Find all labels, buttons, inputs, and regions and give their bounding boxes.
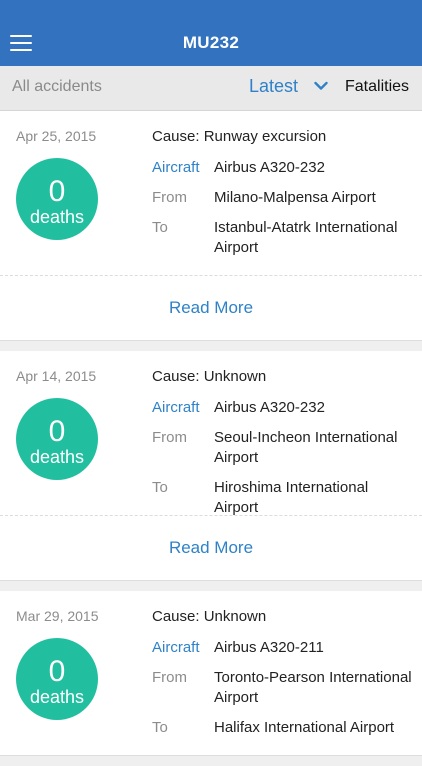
- aircraft-value: Airbus A320-211: [214, 639, 324, 656]
- accident-cause: Cause: Runway excursion: [152, 128, 327, 145]
- page-title: MU232: [182, 33, 240, 52]
- fatalities-filter[interactable]: Fatalities: [345, 78, 409, 96]
- filter-bar: All accidents Latest Fatalities: [0, 66, 422, 111]
- accident-card: Apr 14, 2015 0 deaths Cause: Unknown Air…: [0, 351, 422, 581]
- deaths-count: 0: [48, 415, 66, 448]
- deaths-label: deaths: [29, 687, 85, 707]
- accident-details: Cause: Runway excursion Aircraft Airbus …: [152, 128, 412, 268]
- deaths-badge: 0 deaths: [16, 398, 98, 480]
- accident-cause: Cause: Unknown: [152, 368, 267, 385]
- from-label: From: [152, 189, 187, 206]
- accident-card: Apr 25, 2015 0 deaths Cause: Runway excu…: [0, 111, 422, 341]
- deaths-count: 0: [48, 655, 66, 688]
- app-header: MU232: [0, 0, 422, 66]
- sort-dropdown[interactable]: Latest: [249, 76, 298, 97]
- chevron-down-icon[interactable]: [314, 81, 328, 91]
- accident-card: Mar 29, 2015 0 deaths Cause: Unknown Air…: [0, 591, 422, 756]
- deaths-badge: 0 deaths: [16, 158, 98, 240]
- from-label: From: [152, 669, 187, 686]
- deaths-badge: 0 deaths: [16, 638, 98, 720]
- aircraft-label[interactable]: Aircraft: [152, 158, 214, 178]
- from-value: Seoul-Incheon International Airport: [214, 429, 398, 466]
- all-accidents-filter[interactable]: All accidents: [12, 78, 102, 96]
- accident-date: Apr 14, 2015: [16, 368, 97, 384]
- aircraft-value: Airbus A320-232: [214, 159, 325, 176]
- deaths-count: 0: [48, 175, 66, 208]
- to-label: To: [152, 479, 168, 496]
- aircraft-value: Airbus A320-232: [214, 399, 325, 416]
- aircraft-label[interactable]: Aircraft: [152, 638, 214, 658]
- to-label: To: [152, 219, 168, 236]
- from-value: Toronto-Pearson International Airport: [214, 669, 412, 706]
- accident-list: Apr 25, 2015 0 deaths Cause: Runway excu…: [0, 111, 422, 766]
- from-label: From: [152, 429, 187, 446]
- accident-date: Apr 25, 2015: [16, 128, 97, 144]
- aircraft-label[interactable]: Aircraft: [152, 398, 214, 418]
- deaths-label: deaths: [29, 447, 85, 467]
- deaths-label: deaths: [29, 207, 85, 227]
- to-value: Hiroshima International Airport: [214, 479, 369, 516]
- to-value: Halifax International Airport: [214, 719, 395, 736]
- to-value: Istanbul-Atatrk International Airport: [214, 219, 398, 256]
- to-label: To: [152, 719, 168, 736]
- accident-date: Mar 29, 2015: [16, 608, 99, 624]
- read-more-link[interactable]: Read More: [0, 276, 422, 340]
- accident-details: Cause: Unknown Aircraft Airbus A320-232 …: [152, 368, 412, 528]
- from-value: Milano-Malpensa Airport: [214, 189, 376, 206]
- accident-cause: Cause: Unknown: [152, 608, 267, 625]
- accident-details: Cause: Unknown Aircraft Airbus A320-211 …: [152, 608, 412, 748]
